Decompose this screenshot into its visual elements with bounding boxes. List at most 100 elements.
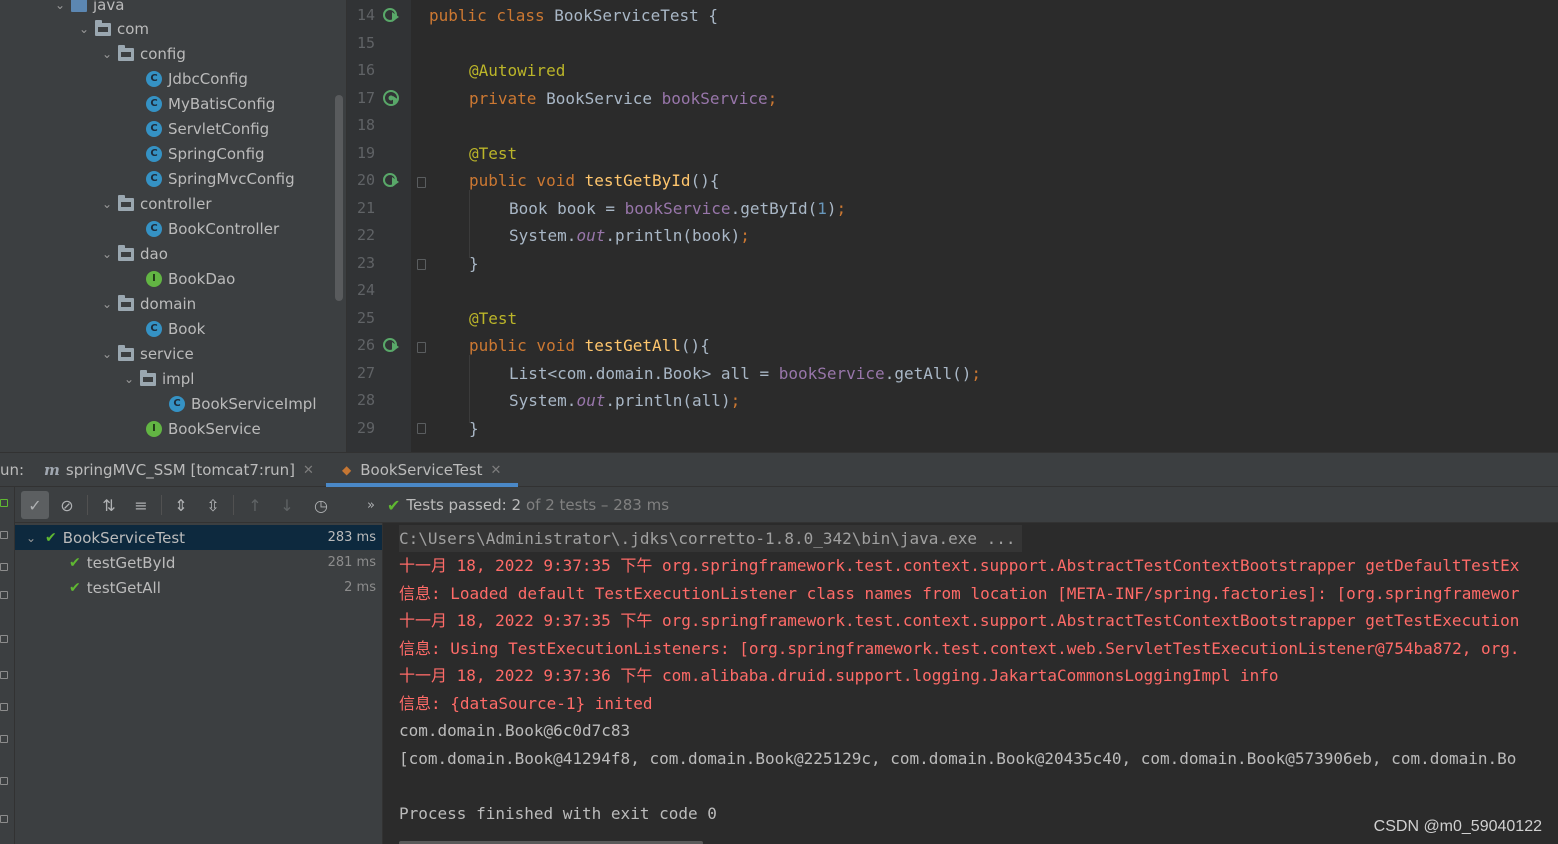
tree-item-bookserviceimpl[interactable]: C BookServiceImpl (166, 391, 317, 416)
tree-item-java[interactable]: ⌄ java (52, 0, 124, 17)
expand-all-button[interactable]: ⇕ (167, 491, 195, 519)
refresh-icon[interactable] (0, 591, 8, 599)
tree-item-dao[interactable]: ⌄ dao (99, 241, 168, 266)
settings-icon[interactable] (0, 563, 8, 571)
line-number: 15 (356, 34, 375, 52)
tree-item-mybatisconfig[interactable]: C MyBatisConfig (143, 91, 275, 116)
chevron-down-icon[interactable]: ⌄ (76, 22, 92, 36)
tree-item-domain[interactable]: ⌄ domain (99, 291, 196, 316)
run-test-icon[interactable] (382, 6, 400, 24)
code-line-21[interactable]: Book book = bookService.getById(1); (509, 195, 846, 222)
line-number: 18 (356, 116, 375, 134)
console-line: [com.domain.Book@41294f8, com.domain.Boo… (399, 749, 1517, 768)
chevron-down-icon[interactable]: ⌄ (99, 47, 115, 61)
tree-item-service[interactable]: ⌄ service (99, 341, 194, 366)
code-editor[interactable]: 14 15 16 17 18 19 20 21 22 23 24 25 26 2… (346, 0, 1558, 452)
test-duration: 2 ms (344, 580, 376, 595)
code-line-14[interactable]: public class BookServiceTest { (429, 2, 718, 29)
fold-marker-icon[interactable] (417, 177, 426, 188)
punctuation: (){ (690, 171, 720, 190)
console-output[interactable]: C:\Users\Administrator\.jdks\corretto-1.… (384, 523, 1558, 844)
tree-item-bookcontroller[interactable]: C BookController (143, 216, 279, 241)
code-line-27[interactable]: List<com.domain.Book> all = bookService.… (509, 360, 981, 387)
tree-scrollbar[interactable] (335, 95, 343, 301)
tab-springmvc-ssm[interactable]: m springMVC_SSM [tomcat7:run] ✕ (44, 453, 314, 487)
code-line-28[interactable]: System.out.println(all); (509, 387, 740, 414)
sort-alphabetically-button[interactable]: ⇅ (95, 491, 123, 519)
toolbar-separator (87, 495, 88, 515)
code-text: .println(book) (605, 226, 741, 245)
fold-marker-icon[interactable] (417, 423, 426, 434)
previous-failed-button[interactable]: ↑ (241, 491, 269, 519)
console-line: 十一月 18, 2022 9:37:36 下午 com.alibaba.drui… (399, 666, 1279, 685)
export-icon[interactable] (0, 703, 8, 711)
interface-icon: I (146, 270, 162, 287)
tree-item-book[interactable]: C Book (143, 316, 205, 341)
chevron-down-icon[interactable]: ⌄ (52, 0, 68, 12)
collapse-all-button[interactable]: ⇳ (199, 491, 227, 519)
tree-item-label: service (140, 344, 194, 363)
field-name: bookService (661, 89, 768, 108)
grid-icon[interactable] (0, 777, 8, 785)
code-line-26[interactable]: public void testGetAll(){ (469, 332, 710, 359)
keyword: private (469, 89, 547, 108)
tree-item-label: controller (140, 194, 212, 213)
tree-item-jdbcconfig[interactable]: C JdbcConfig (143, 66, 248, 91)
tree-item-com[interactable]: ⌄ com (76, 16, 149, 41)
test-toolbar: ✓ ⊘ ⇅ ≡ ⇕ ⇳ ↑ ↓ ◷ » ✔ Tests passed: 2 of… (15, 487, 1558, 523)
code-line-22[interactable]: System.out.println(book); (509, 222, 750, 249)
stop-icon[interactable] (0, 531, 8, 539)
chevron-down-icon[interactable]: ⌄ (99, 197, 115, 211)
run-label: un: (0, 453, 24, 487)
more-actions-button[interactable]: » (357, 491, 385, 519)
tree-item-bookservice[interactable]: I BookService (143, 416, 261, 441)
arrow-icon[interactable] (0, 815, 8, 823)
code-line-23[interactable]: } (469, 250, 479, 277)
checkmark-icon: ✓ (28, 495, 42, 515)
close-icon[interactable]: ✕ (491, 463, 502, 478)
code-line-16[interactable]: @Autowired (469, 57, 565, 84)
sort-by-duration-button[interactable]: ≡ (127, 491, 155, 519)
next-failed-button[interactable]: ↓ (273, 491, 301, 519)
tree-item-config[interactable]: ⌄ config (99, 41, 186, 66)
tree-item-springmvcconfig[interactable]: C SpringMvcConfig (143, 166, 295, 191)
tree-item-bookdao[interactable]: I BookDao (143, 266, 235, 291)
layout-icon[interactable] (0, 735, 8, 743)
tree-item-impl[interactable]: ⌄ impl (121, 366, 194, 391)
tab-bookservicetest[interactable]: ◆ BookServiceTest ✕ (342, 453, 501, 487)
fold-marker-icon[interactable] (417, 342, 426, 353)
chevron-down-icon[interactable]: ⌄ (99, 347, 115, 361)
test-history-button[interactable]: ◷ (307, 491, 335, 519)
spring-bean-icon[interactable] (382, 89, 400, 107)
test-row-suite[interactable]: ⌄ ✔ BookServiceTest 283 ms (15, 525, 382, 550)
chevron-down-icon[interactable]: ⌄ (23, 531, 39, 545)
show-passed-button[interactable]: ✓ (21, 491, 49, 519)
chevron-down-icon[interactable]: ⌄ (121, 372, 137, 386)
sort-duration-icon: ≡ (134, 495, 148, 515)
show-ignored-button[interactable]: ⊘ (53, 491, 81, 519)
rerun-icon[interactable] (0, 499, 8, 507)
pin-icon[interactable] (0, 635, 8, 643)
code-text: .println(all) (605, 391, 731, 410)
line-number: 14 (356, 6, 375, 24)
code-line-25[interactable]: @Test (469, 305, 517, 332)
code-line-17[interactable]: private BookService bookService; (469, 85, 777, 112)
code-line-20[interactable]: public void testGetById(){ (469, 167, 719, 194)
tree-item-label: SpringMvcConfig (168, 169, 295, 188)
close-icon[interactable]: ✕ (303, 463, 314, 478)
chevron-down-icon[interactable]: ⌄ (99, 297, 115, 311)
test-row[interactable]: ✔ testGetById 281 ms (15, 550, 382, 575)
maven-icon: m (44, 461, 60, 479)
code-line-19[interactable]: @Test (469, 140, 517, 167)
camera-icon[interactable] (0, 671, 8, 679)
tree-item-springconfig[interactable]: C SpringConfig (143, 141, 265, 166)
fold-marker-icon[interactable] (417, 259, 426, 270)
test-row[interactable]: ✔ testGetAll 2 ms (15, 575, 382, 600)
code-line-29[interactable]: } (469, 415, 479, 442)
tree-item-controller[interactable]: ⌄ controller (99, 191, 212, 216)
tree-item-label: java (93, 0, 125, 14)
tree-item-servletconfig[interactable]: C ServletConfig (143, 116, 269, 141)
run-test-icon[interactable] (382, 171, 400, 189)
run-test-icon[interactable] (382, 336, 400, 354)
chevron-down-icon[interactable]: ⌄ (99, 247, 115, 261)
